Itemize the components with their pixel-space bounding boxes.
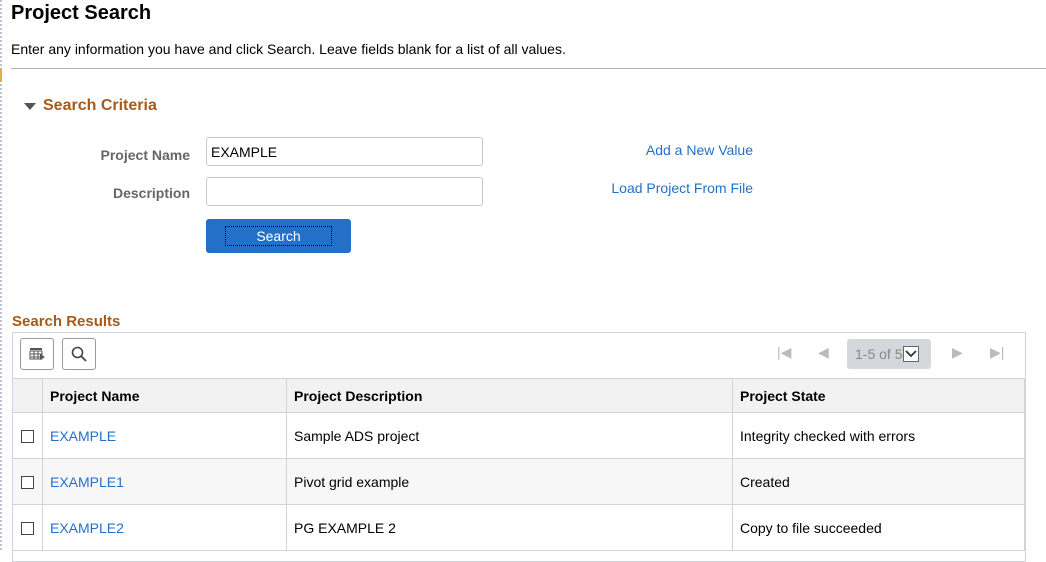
row-checkbox[interactable] (21, 522, 34, 536)
personalize-grid-button[interactable] (20, 338, 54, 370)
search-criteria-heading: Search Criteria (43, 97, 157, 114)
first-page-icon[interactable]: |◀ (777, 344, 791, 361)
page-range-text: 1-5 of 5 (855, 346, 903, 362)
row-select-cell (13, 458, 43, 505)
next-page-icon[interactable]: ▶ (952, 344, 963, 361)
frame-marker (0, 68, 2, 82)
project-state-cell: Integrity checked with errors (732, 412, 1025, 459)
table-row: EXAMPLE Sample ADS project Integrity che… (13, 412, 1025, 459)
search-button[interactable]: Search (206, 219, 351, 253)
left-frame-edge (0, 0, 2, 552)
row-checkbox[interactable] (21, 476, 34, 490)
project-name-cell: EXAMPLE2 (42, 504, 287, 551)
table-row: EXAMPLE2 PG EXAMPLE 2 Copy to file succe… (13, 504, 1025, 551)
column-header-project-name[interactable]: Project Name (42, 378, 287, 413)
project-name-link[interactable]: EXAMPLE (50, 428, 116, 444)
table-header-row: Project Name Project Description Project… (13, 378, 1025, 413)
grid-toolbar: |◀ ◀ 1-5 of 5 ▶ ▶| (13, 333, 1025, 378)
add-new-value-link[interactable]: Add a New Value (646, 142, 753, 158)
divider (11, 68, 1046, 69)
project-description-cell: Pivot grid example (286, 458, 733, 505)
project-state-cell: Copy to file succeeded (732, 504, 1025, 551)
project-description-cell: Sample ADS project (286, 412, 733, 459)
grid-personalize-icon (29, 348, 45, 360)
project-description-cell: PG EXAMPLE 2 (286, 504, 733, 551)
page-range-dropdown[interactable]: 1-5 of 5 (847, 339, 931, 369)
column-header-project-description[interactable]: Project Description (286, 378, 733, 413)
results-table: Project Name Project Description Project… (13, 378, 1025, 551)
project-name-link[interactable]: EXAMPLE1 (50, 474, 124, 490)
row-select-cell (13, 504, 43, 551)
prev-page-icon[interactable]: ◀ (818, 344, 829, 361)
search-icon (71, 346, 87, 362)
project-name-cell: EXAMPLE1 (42, 458, 287, 505)
table-row: EXAMPLE1 Pivot grid example Created (13, 458, 1025, 505)
page-title: Project Search (11, 2, 152, 24)
description-label: Description (112, 185, 190, 201)
find-in-grid-button[interactable] (62, 338, 96, 370)
project-name-label: Project Name (100, 147, 190, 163)
collapse-triangle-icon (24, 102, 36, 110)
project-name-input[interactable] (206, 137, 483, 166)
search-results-heading: Search Results (12, 313, 121, 330)
select-column-header (13, 378, 43, 413)
description-input[interactable] (206, 177, 483, 206)
page-instructions: Enter any information you have and click… (11, 41, 566, 57)
chevron-down-icon (903, 346, 920, 362)
row-select-cell (13, 412, 43, 459)
project-name-cell: EXAMPLE (42, 412, 287, 459)
search-results-grid: |◀ ◀ 1-5 of 5 ▶ ▶| Project Name Project … (12, 332, 1026, 562)
project-name-link[interactable]: EXAMPLE2 (50, 520, 124, 536)
load-project-from-file-link[interactable]: Load Project From File (611, 180, 753, 196)
search-criteria-toggle[interactable]: Search Criteria (24, 97, 157, 115)
row-checkbox[interactable] (21, 430, 34, 444)
search-button-label: Search (225, 226, 332, 246)
project-state-cell: Created (732, 458, 1025, 505)
column-header-project-state[interactable]: Project State (732, 378, 1025, 413)
last-page-icon[interactable]: ▶| (990, 344, 1004, 361)
